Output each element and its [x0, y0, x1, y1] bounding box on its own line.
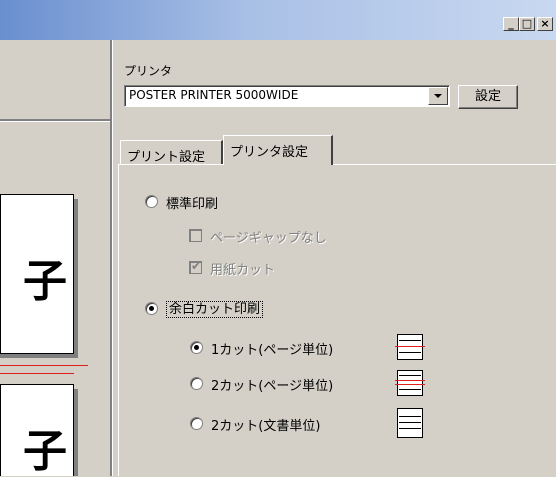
checkmark-icon: ✔ — [191, 259, 202, 273]
page-glyph-bottom: 子 — [23, 426, 67, 477]
radio-margin-cut-print[interactable] — [145, 302, 158, 315]
cut-line-preview — [0, 365, 88, 366]
title-bar — [0, 0, 556, 40]
radio-cut-2-document[interactable] — [190, 417, 203, 430]
minimize-button[interactable]: _ — [503, 17, 519, 31]
tab-print-settings-label: プリント設定 — [127, 150, 206, 165]
margin-cut-print-label: 余白カット印刷 — [166, 298, 264, 318]
printer-label: プリンタ — [124, 64, 173, 78]
standard-print-label: 標準印刷 — [166, 197, 219, 212]
preview-header-separator — [0, 119, 111, 122]
preview-page-top: 子 — [0, 194, 74, 354]
no-page-gap-label: ページギャップなし — [210, 231, 327, 246]
preview-page-bottom: 子 — [0, 384, 74, 476]
radio-dot-icon — [149, 306, 154, 311]
cut-2-page-label: 2カット(ページ単位) — [211, 379, 334, 394]
close-button[interactable]: × — [537, 17, 553, 31]
paper-cut-label: 用紙カット — [210, 263, 276, 278]
printer-dropdown-button[interactable] — [428, 87, 448, 105]
printer-settings-button[interactable]: 設定 — [458, 85, 518, 109]
pane-splitter[interactable] — [110, 40, 113, 476]
cut-2-document-label: 2カット(文書単位) — [211, 419, 321, 434]
radio-standard-print[interactable] — [145, 195, 158, 208]
cut-2-page-icon — [395, 370, 425, 396]
page-glyph-top: 子 — [23, 256, 67, 307]
tab-print-settings[interactable]: プリント設定 — [120, 140, 223, 165]
tab-printer-settings-label: プリンタ設定 — [230, 145, 309, 160]
printer-select-value: POSTER PRINTER 5000WIDE — [129, 88, 299, 102]
printer-select[interactable]: POSTER PRINTER 5000WIDE — [124, 85, 450, 107]
checkbox-no-page-gap[interactable] — [189, 229, 202, 242]
chevron-down-icon — [434, 94, 442, 98]
maximize-button[interactable]: □ — [519, 17, 535, 31]
checkbox-paper-cut[interactable]: ✔ — [189, 259, 202, 274]
cut-1-page-label: 1カット(ページ単位) — [211, 343, 334, 358]
tab-printer-settings[interactable]: プリンタ設定 — [223, 135, 333, 165]
radio-cut-1-page[interactable] — [190, 341, 203, 354]
cut-2-document-icon — [397, 408, 423, 438]
cut-1-page-icon — [395, 334, 425, 360]
cut-line-preview-2 — [0, 373, 74, 374]
radio-dot-icon — [194, 345, 199, 350]
radio-cut-2-page[interactable] — [190, 377, 203, 390]
